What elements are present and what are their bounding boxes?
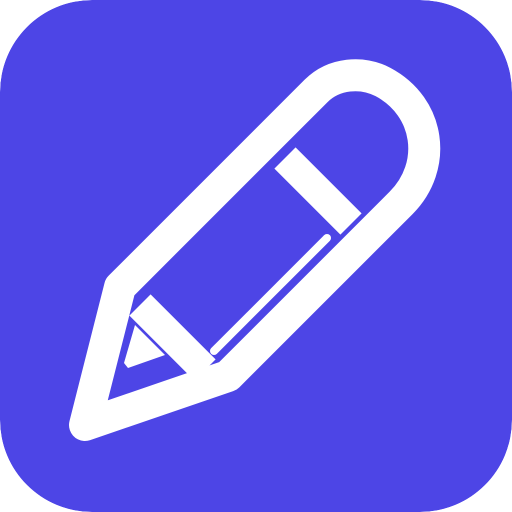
pencil-icon <box>0 0 512 512</box>
app-icon[interactable] <box>0 0 512 512</box>
